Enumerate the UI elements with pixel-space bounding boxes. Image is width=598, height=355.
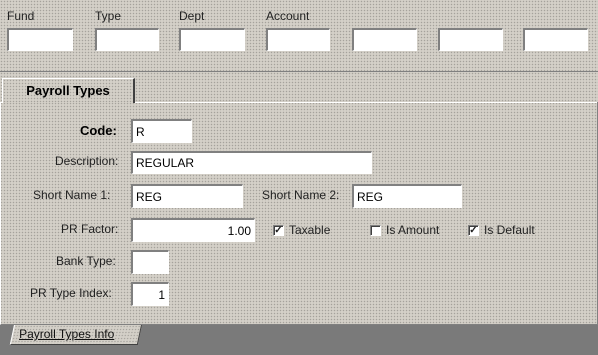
short-name-2-label: Short Name 2: <box>262 188 340 202</box>
is-default-checkbox[interactable]: ✓ Is Default <box>468 223 535 237</box>
account-field-2[interactable] <box>352 28 417 51</box>
pr-type-index-label: PR Type Index: <box>30 286 112 300</box>
pr-type-index-field[interactable] <box>131 282 169 306</box>
taxable-check-icon[interactable]: ✓ <box>273 224 284 236</box>
tab-payroll-types-info-label: Payroll Types Info <box>19 327 115 341</box>
bank-type-field[interactable] <box>131 250 169 274</box>
taxable-checkbox[interactable]: ✓ Taxable <box>273 223 330 237</box>
account-field-4[interactable] <box>523 28 588 51</box>
bank-type-label: Bank Type: <box>56 254 116 268</box>
code-label: Code: <box>80 123 117 138</box>
header-divider <box>0 71 598 72</box>
tab-payroll-types[interactable]: Payroll Types <box>2 78 135 103</box>
short-name-1-field[interactable] <box>131 184 243 208</box>
tab-payroll-types-info[interactable]: Payroll Types Info <box>9 325 142 345</box>
short-name-2-field[interactable] <box>352 184 462 208</box>
fund-label: Fund <box>7 9 35 23</box>
dept-label: Dept <box>179 9 205 23</box>
short-name-1-label: Short Name 1: <box>33 188 111 202</box>
is-amount-check-icon[interactable] <box>370 224 381 236</box>
dept-field[interactable] <box>179 28 245 51</box>
tab-payroll-types-label: Payroll Types <box>26 83 110 98</box>
description-field[interactable] <box>131 151 372 174</box>
type-label: Type <box>95 9 122 23</box>
pr-factor-label: PR Factor: <box>61 222 119 236</box>
is-default-check-icon[interactable]: ✓ <box>468 224 479 236</box>
account-label: Account <box>266 9 310 23</box>
is-amount-checkbox[interactable]: Is Amount <box>370 223 439 237</box>
type-field[interactable] <box>95 28 159 51</box>
pr-factor-field[interactable] <box>131 218 255 242</box>
description-label: Description: <box>55 154 119 168</box>
code-field[interactable] <box>131 119 192 143</box>
account-field-3[interactable] <box>438 28 503 51</box>
account-field-1[interactable] <box>266 28 330 51</box>
is-default-label: Is Default <box>484 223 535 237</box>
fund-field[interactable] <box>7 28 73 51</box>
taxable-label: Taxable <box>289 223 331 237</box>
is-amount-label: Is Amount <box>386 223 440 237</box>
